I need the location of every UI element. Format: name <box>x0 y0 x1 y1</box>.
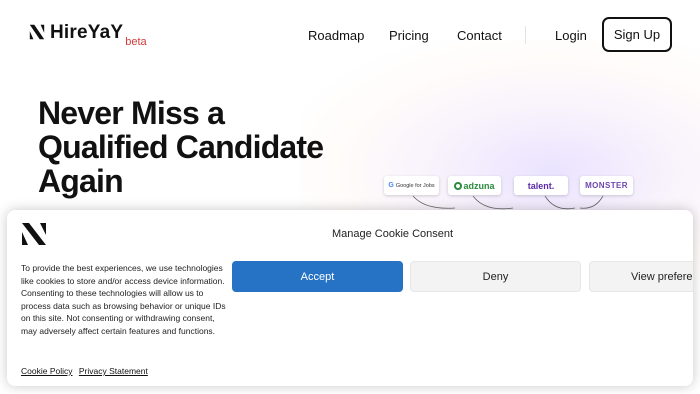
hireyay-logo-icon <box>22 223 46 245</box>
google-for-jobs-label: Google for Jobs <box>395 182 435 189</box>
adzuna-badge: adzuna <box>448 176 501 195</box>
monster-badge: MONSTER <box>580 176 633 195</box>
nav-contact-link[interactable]: Contact <box>457 28 502 43</box>
privacy-statement-link[interactable]: Privacy Statement <box>79 366 148 376</box>
cookie-dialog-title: Manage Cookie Consent <box>332 228 454 240</box>
view-preferences-button[interactable]: View preferences <box>589 261 693 292</box>
hero-title: Never Miss a Qualified Candidate Again <box>38 96 358 198</box>
connector-line <box>544 195 576 210</box>
google-for-jobs-badge: G Google for Jobs <box>384 176 439 195</box>
monster-label: MONSTER <box>585 181 628 190</box>
deny-cookies-button[interactable]: Deny <box>410 261 581 292</box>
login-link[interactable]: Login <box>555 28 587 43</box>
connector-line <box>579 195 604 209</box>
brand-logo[interactable]: HireYaY beta <box>28 22 147 48</box>
hero-title-line: Never Miss a <box>38 95 225 131</box>
nav-divider <box>525 26 526 44</box>
connector-line <box>472 195 514 210</box>
brand-name: HireYaY <box>50 22 124 43</box>
beta-badge: beta <box>125 36 147 48</box>
talent-badge: talent. <box>514 176 568 195</box>
connector-line <box>412 195 456 209</box>
google-g-icon: G <box>388 182 394 189</box>
hireyay-logo-icon <box>29 24 45 40</box>
cookie-policy-links: Cookie Policy Privacy Statement <box>21 366 152 376</box>
nav-pricing-link[interactable]: Pricing <box>389 28 429 43</box>
site-header: HireYaY beta Roadmap Pricing Contact Log… <box>0 0 700 70</box>
talent-label: talent. <box>527 180 555 191</box>
cookie-dialog-message: To provide the best experiences, we use … <box>21 263 226 336</box>
adzuna-label: adzuna <box>463 180 495 191</box>
accept-cookies-button[interactable]: Accept <box>232 261 403 292</box>
nav-roadmap-link[interactable]: Roadmap <box>308 28 364 43</box>
cookie-consent-dialog: Manage Cookie Consent To provide the bes… <box>7 210 693 386</box>
hero-title-line: Qualified Candidate <box>38 129 324 165</box>
signup-button[interactable]: Sign Up <box>602 17 672 52</box>
hero-title-line: Again <box>38 163 124 199</box>
adzuna-logo-icon <box>454 181 463 190</box>
cookie-policy-link[interactable]: Cookie Policy <box>21 366 73 376</box>
page: HireYaY beta Roadmap Pricing Contact Log… <box>0 0 700 394</box>
